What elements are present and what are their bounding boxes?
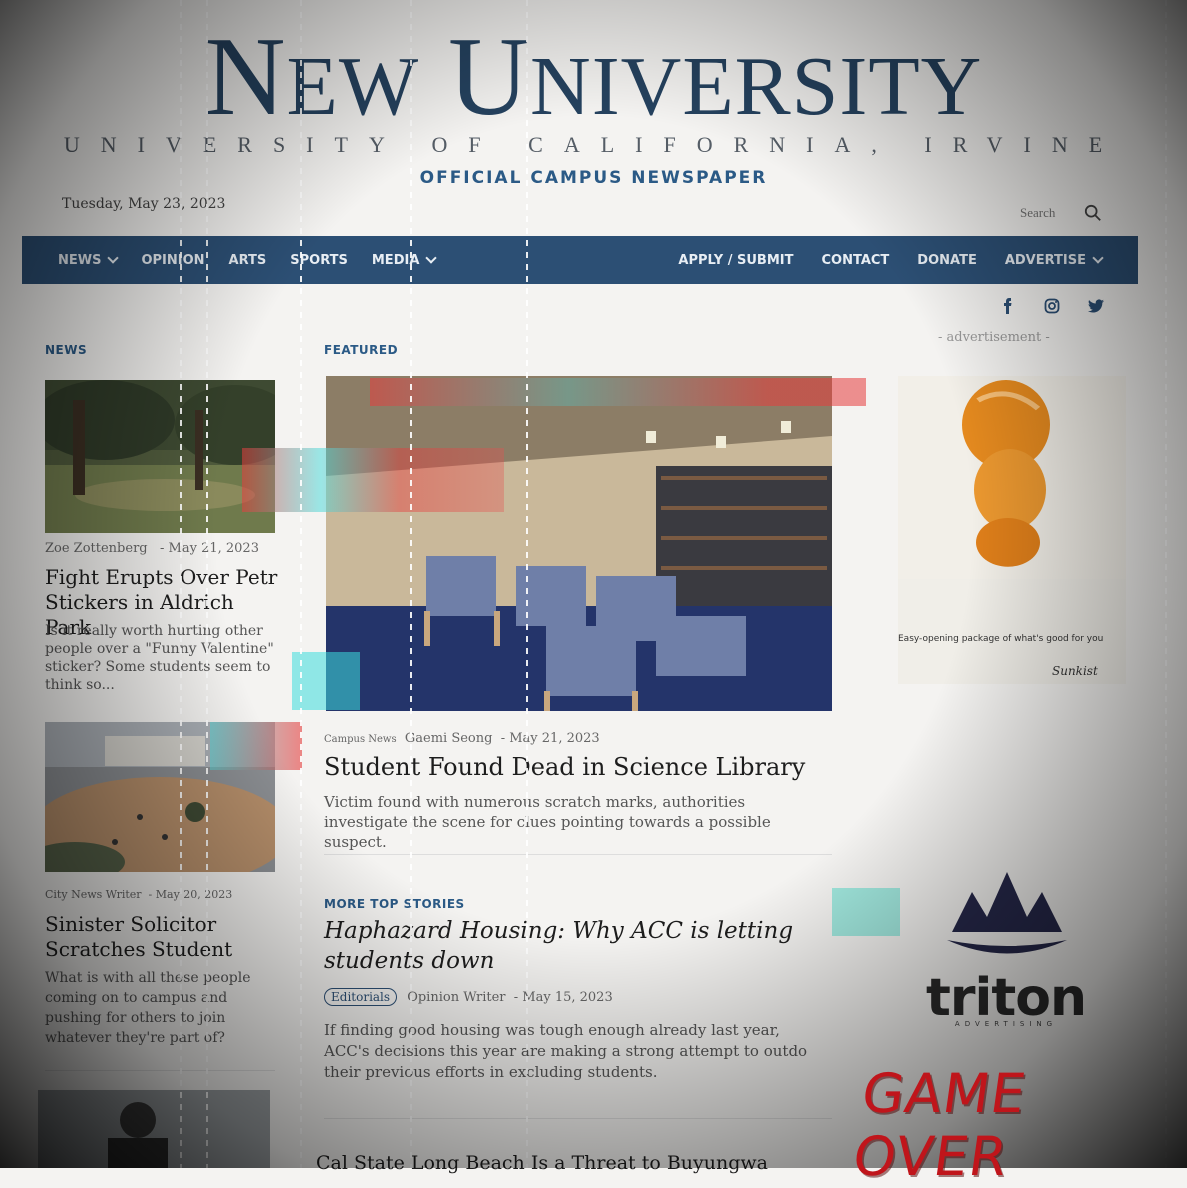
triton-logo-icon[interactable] xyxy=(942,872,1072,962)
social-links xyxy=(1000,298,1104,314)
divider xyxy=(45,1070,275,1071)
nav-label-apply: APPLY / SUBMIT xyxy=(678,252,794,268)
advertisement-label: - advertisement - xyxy=(938,330,1050,345)
nav-label-sports: SPORTS xyxy=(290,252,348,268)
nav-item-sports[interactable]: SPORTS xyxy=(290,253,348,268)
nav-item-arts[interactable]: ARTS xyxy=(229,253,267,268)
news-section-label: NEWS xyxy=(45,343,88,357)
news-article-1-date: May 21, 2023 xyxy=(168,541,259,556)
masthead-word-2: NIVERSITY xyxy=(530,40,983,133)
triton-wordmark[interactable]: triton xyxy=(920,968,1092,1028)
news-article-2-date: May 20, 2023 xyxy=(155,888,233,901)
nav-item-advertise[interactable]: ADVERTISE xyxy=(1004,252,1104,268)
facebook-icon[interactable] xyxy=(1000,298,1016,314)
masthead-tagline: OFFICIAL CAMPUS NEWSPAPER xyxy=(419,168,768,188)
featured-date: May 21, 2023 xyxy=(509,731,600,746)
news-article-2-excerpt: What is with all these people coming on … xyxy=(45,970,251,1046)
nav-label-arts: ARTS xyxy=(228,252,267,268)
nav-left-group: NEWS OPINION ARTS SPORTS MEDIA xyxy=(22,252,438,268)
nav-label-contact: CONTACT xyxy=(821,252,890,268)
current-date: Tuesday, May 23, 2023 xyxy=(62,196,226,212)
featured-section-label: FEATURED xyxy=(324,343,399,357)
nav-item-apply-submit[interactable]: APPLY / SUBMIT xyxy=(678,253,793,268)
featured-title[interactable]: Student Found Dead in Science Library xyxy=(324,752,844,782)
divider xyxy=(324,854,832,855)
nav-label-media: MEDIA xyxy=(371,252,420,268)
nav-right-group: APPLY / SUBMIT CONTACT DONATE ADVERTISE xyxy=(678,252,1138,268)
news-article-2-image[interactable] xyxy=(45,722,275,872)
instagram-icon[interactable] xyxy=(1044,298,1060,314)
news-article-1-image[interactable] xyxy=(45,380,275,533)
top-story-date: May 15, 2023 xyxy=(522,990,613,1005)
masthead-initial-2: U xyxy=(448,15,531,139)
masthead-initial-1: N xyxy=(204,15,287,139)
nav-item-news[interactable]: NEWS xyxy=(58,252,120,268)
nav-item-contact[interactable]: CONTACT xyxy=(821,253,889,268)
news-article-1-excerpt: Is it really worth hurting other people … xyxy=(45,623,274,693)
top-story-meta: Editorials Opinion Writer - May 15, 2023 xyxy=(324,988,613,1006)
featured-author[interactable]: Gaemi Seong xyxy=(405,731,493,746)
nav-label-news: NEWS xyxy=(58,252,102,268)
top-story-excerpt: If finding good housing was tough enough… xyxy=(324,1021,808,1081)
nav-item-media[interactable]: MEDIA xyxy=(371,252,438,268)
news-article-1-author[interactable]: Zoe Zottenberg xyxy=(45,541,148,556)
main-nav: NEWS OPINION ARTS SPORTS MEDIA APPLY / S… xyxy=(22,236,1138,284)
nav-label-advertise: ADVERTISE xyxy=(1004,252,1086,268)
featured-image[interactable] xyxy=(326,376,832,711)
featured-excerpt: Victim found with numerous scratch marks… xyxy=(324,793,771,851)
search-input[interactable] xyxy=(1020,205,1074,221)
divider xyxy=(324,1118,832,1119)
triton-subtitle: ADVERTISING xyxy=(954,1020,1058,1028)
twitter-icon[interactable] xyxy=(1088,298,1104,314)
search-bar[interactable] xyxy=(1020,204,1102,222)
next-story-title[interactable]: Cal State Long Beach Is a Threat to Buyu… xyxy=(316,1152,836,1174)
editorials-tag[interactable]: Editorials xyxy=(324,988,398,1006)
top-story-title[interactable]: Haphazard Housing: Why ACC is letting st… xyxy=(324,916,824,976)
chevron-down-icon xyxy=(107,252,120,264)
ad-caption: Easy-opening package of what's good for … xyxy=(898,634,1104,644)
more-top-stories-label: MORE TOP STORIES xyxy=(324,897,465,911)
featured-meta: Campus News Gaemi Seong - May 21, 2023 xyxy=(324,731,600,746)
news-article-2-author[interactable]: City News Writer xyxy=(45,888,142,901)
ad-brand: Sunkist xyxy=(1052,664,1098,678)
masthead-word-1: EW xyxy=(286,40,420,133)
news-article-2-meta: City News Writer - May 20, 2023 xyxy=(45,888,233,901)
featured-category[interactable]: Campus News xyxy=(324,734,397,745)
nav-label-donate: DONATE xyxy=(917,252,977,268)
chevron-down-icon xyxy=(425,252,438,264)
glitch-block xyxy=(832,888,900,936)
nav-label-opinion: OPINION xyxy=(141,252,205,268)
news-article-3-image[interactable] xyxy=(38,1090,270,1168)
nav-item-donate[interactable]: DONATE xyxy=(917,253,977,268)
sunkist-ad[interactable]: Easy-opening package of what's good for … xyxy=(898,376,1126,684)
masthead-subtitle: UNIVERSITY OF CALIFORNIA, IRVINE xyxy=(63,132,1124,157)
news-article-1-meta: Zoe Zottenberg - May 21, 2023 xyxy=(45,541,259,556)
chevron-down-icon xyxy=(1092,252,1104,264)
masthead-logo[interactable]: NEW UNIVERSITY xyxy=(0,12,1187,152)
top-story-author[interactable]: Opinion Writer xyxy=(407,990,505,1005)
nav-item-opinion[interactable]: OPINION xyxy=(141,253,204,268)
news-article-2-title[interactable]: Sinister Solicitor Scratches Student xyxy=(45,912,285,962)
news-page: NEW UNIVERSITY UNIVERSITY OF CALIFORNIA,… xyxy=(0,0,1187,1188)
search-icon[interactable] xyxy=(1084,204,1102,222)
game-over-text: GAME OVER xyxy=(849,1062,1031,1188)
